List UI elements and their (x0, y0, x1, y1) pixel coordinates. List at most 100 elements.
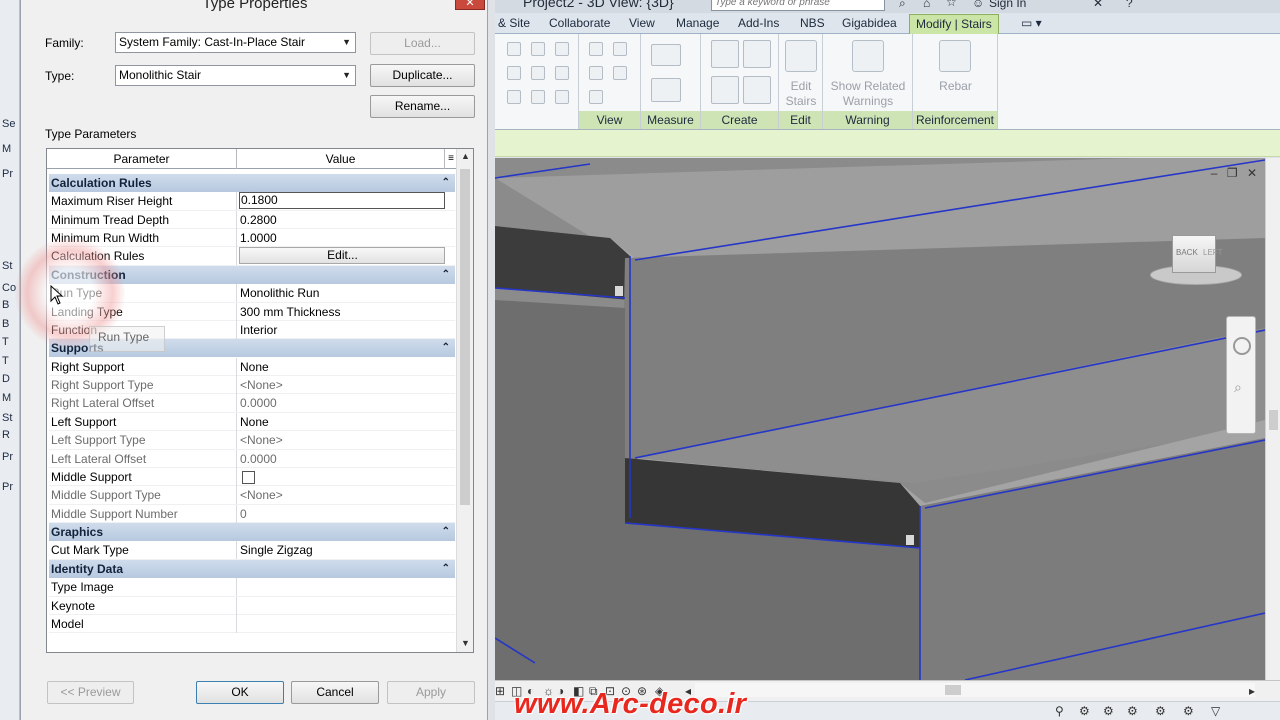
parameter-row[interactable]: Middle Support Type <None> (49, 486, 455, 505)
viewcube[interactable]: BACK LEFT (1150, 233, 1250, 293)
delete-icon[interactable] (555, 90, 569, 104)
create-group-icon[interactable] (711, 76, 739, 104)
grip-handle[interactable] (906, 535, 914, 545)
collapse-icon[interactable]: ⌃ (442, 266, 450, 284)
paint-icon[interactable] (589, 90, 603, 104)
parameter-value[interactable]: None (239, 358, 455, 376)
parameter-value[interactable]: None (239, 413, 455, 431)
view-horizontal-scrollbar[interactable] (695, 683, 1255, 697)
parameter-value[interactable]: <None> (239, 431, 455, 449)
duplicate-button[interactable]: Duplicate... (370, 64, 475, 87)
parameter-value[interactable] (239, 468, 455, 486)
rebar-icon[interactable] (939, 40, 971, 72)
parameter-row[interactable]: Right Support None (49, 357, 455, 377)
exchange-icon[interactable]: ✕ (1093, 0, 1103, 10)
user-icon[interactable]: ☺ (972, 0, 984, 10)
sign-in-link[interactable]: Sign In (989, 0, 1026, 10)
show-related-warnings-button[interactable]: Show Related Warnings (823, 79, 913, 109)
steering-wheel-icon[interactable] (1233, 337, 1251, 355)
scroll-down-icon[interactable]: ▼ (457, 638, 473, 648)
parameter-row[interactable]: Maximum Riser Height 0.1800 (49, 192, 455, 211)
scroll-right-icon[interactable]: ▸ (1249, 684, 1255, 698)
close-icon[interactable]: ✕ (1247, 166, 1257, 180)
worksets-icon[interactable]: ⚲ (1055, 704, 1064, 718)
hide-icon[interactable] (589, 42, 603, 56)
warning-icon[interactable] (852, 40, 884, 72)
minimize-icon[interactable]: – (1211, 166, 1218, 180)
parameter-row[interactable]: Model (49, 614, 455, 634)
array-icon[interactable] (531, 90, 545, 104)
grip-handle[interactable] (615, 286, 623, 296)
middle-support-checkbox[interactable] (242, 470, 255, 484)
parameter-value[interactable] (239, 597, 455, 615)
parameter-value[interactable]: 0.1800 (239, 192, 445, 210)
thin-lines-icon[interactable] (613, 66, 627, 80)
scroll-thumb[interactable] (945, 685, 961, 695)
override-icon[interactable] (613, 42, 627, 56)
parameter-value[interactable]: Monolithic Run (239, 284, 455, 302)
ribbon-tab[interactable]: Manage (676, 16, 719, 30)
3d-view-canvas[interactable]: – ❐ ✕ BACK LEFT ⌕ (495, 158, 1265, 680)
account-icon[interactable]: ⌂ (923, 0, 930, 10)
search-input[interactable]: Type a keyword or phrase (711, 0, 885, 11)
zoom-icon[interactable]: ⌕ (1234, 379, 1242, 396)
align-icon[interactable] (507, 42, 521, 56)
group-header[interactable]: Identity Data ⌃ (49, 559, 455, 578)
select-links-icon[interactable]: ⚙ (1103, 704, 1114, 718)
design-options-icon[interactable]: ⚙ (1079, 704, 1090, 718)
scroll-up-icon[interactable]: ▲ (457, 151, 473, 161)
edit-stairs-button[interactable]: Edit Stairs (779, 79, 823, 109)
parameter-value[interactable]: 0.2800 (239, 211, 455, 229)
cancel-button[interactable]: Cancel (291, 681, 379, 704)
preview-button[interactable]: << Preview (47, 681, 134, 704)
rename-button[interactable]: Rename... (370, 95, 475, 118)
type-select[interactable]: Monolithic Stair ▼ (115, 65, 356, 86)
parameter-value[interactable]: Interior (239, 321, 455, 339)
move-icon[interactable] (507, 66, 521, 80)
family-select[interactable]: System Family: Cast-In-Place Stair ▼ (115, 32, 356, 53)
measure-icon[interactable] (651, 78, 681, 102)
apply-button[interactable]: Apply (387, 681, 475, 704)
load-button[interactable]: Load... (370, 32, 475, 55)
view-vertical-scrollbar[interactable] (1265, 158, 1280, 680)
ribbon-tab[interactable]: View (629, 16, 655, 30)
linework-icon[interactable] (589, 66, 603, 80)
copy-icon[interactable] (531, 66, 545, 80)
mirror-icon[interactable] (555, 42, 569, 56)
parameter-row[interactable]: Left Lateral Offset 0.0000 (49, 449, 455, 468)
grid-scrollbar[interactable]: ▲ ▼ (456, 149, 473, 652)
collapse-icon[interactable]: ⌃ (442, 174, 450, 192)
collapse-icon[interactable]: ⌃ (442, 523, 450, 541)
parameter-row[interactable]: Minimum Run Width 1.0000 (49, 229, 455, 248)
trim-icon[interactable] (507, 90, 521, 104)
create-assembly-icon[interactable] (711, 40, 739, 68)
parameter-row[interactable]: Left Support None (49, 412, 455, 432)
create-parts-icon[interactable] (743, 40, 771, 68)
select-underlay-icon[interactable]: ⚙ (1127, 704, 1138, 718)
ribbon-tab[interactable]: NBS (800, 16, 825, 30)
edit-stairs-icon[interactable] (785, 40, 817, 72)
rotate-icon[interactable] (555, 66, 569, 80)
ribbon-tab[interactable]: Gigabidea (842, 16, 897, 30)
ribbon-tab[interactable]: Add-Ins (738, 16, 779, 30)
select-by-face-icon[interactable]: ⚙ (1183, 704, 1194, 718)
help-icon[interactable]: ? (1126, 0, 1133, 10)
parameter-value[interactable]: 0.0000 (239, 450, 455, 468)
collapse-icon[interactable]: ⌃ (442, 339, 450, 357)
ribbon-tab[interactable]: Collaborate (549, 16, 610, 30)
scroll-thumb[interactable] (460, 169, 470, 505)
parameter-value[interactable] (239, 578, 455, 596)
favorites-icon[interactable]: ☆ (946, 0, 957, 9)
dimension-icon[interactable] (651, 44, 681, 66)
parameter-column-header[interactable]: Parameter (47, 149, 237, 169)
parameter-value[interactable]: 1.0000 (239, 229, 455, 247)
parameter-row[interactable]: Type Image (49, 578, 455, 597)
parameter-value[interactable]: 300 mm Thickness (239, 303, 455, 321)
rebar-button[interactable]: Rebar (913, 79, 998, 94)
group-header[interactable]: Graphics ⌃ (49, 523, 455, 542)
group-header[interactable]: Calculation Rules ⌃ (49, 174, 455, 192)
parameter-value[interactable]: 0.0000 (239, 394, 455, 412)
edit-calculation-rules-button[interactable]: Edit... (239, 247, 445, 265)
filter-icon[interactable]: ▽ (1211, 704, 1220, 718)
ribbon-options-icon[interactable]: ▭ ▾ (1021, 16, 1042, 30)
